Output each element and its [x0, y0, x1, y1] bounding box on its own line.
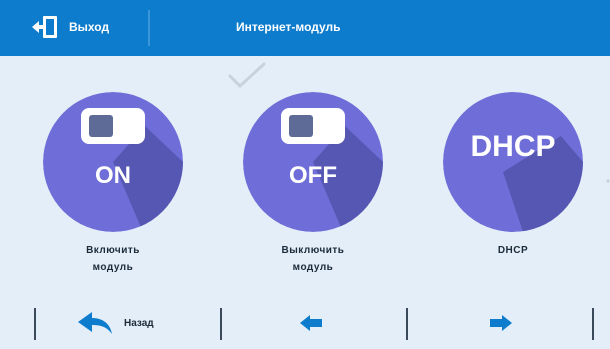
- tile-label: Включить модуль: [86, 242, 140, 276]
- back-arrow-icon: [78, 312, 112, 334]
- tile-label-line2: модуль: [292, 262, 334, 273]
- tile-label-line1: DHCP: [497, 245, 529, 256]
- tile-label: Выключить модуль: [282, 242, 345, 276]
- dhcp-icon: DHCP: [470, 130, 556, 163]
- toggle-off-icon: [281, 108, 345, 144]
- back-button[interactable]: Назад: [76, 310, 154, 336]
- bottom-navigation: Назад: [0, 296, 610, 349]
- arrow-right-icon: [490, 315, 512, 331]
- tile-label-line1: Выключить: [281, 245, 345, 256]
- header-divider: [148, 10, 150, 46]
- exit-label: Выход: [69, 20, 110, 34]
- dhcp-button[interactable]: DHCP: [443, 92, 583, 232]
- back-label: Назад: [124, 317, 154, 329]
- tile-label-line2: модуль: [92, 262, 134, 273]
- page-title: Интернет-модуль: [236, 20, 341, 34]
- module-off-button[interactable]: OFF: [243, 92, 383, 232]
- selected-check-icon: [228, 62, 266, 89]
- module-on-button[interactable]: ON: [43, 92, 183, 232]
- arrow-left-icon: [300, 315, 322, 331]
- top-bar: Выход Интернет-модуль: [0, 0, 610, 56]
- tile-caption: ON: [95, 162, 131, 189]
- exit-door-icon: [32, 16, 57, 38]
- module-on-tile[interactable]: ON Включить модуль: [38, 92, 188, 276]
- tile-label: DHCP: [498, 242, 528, 259]
- toggle-on-icon: [81, 108, 145, 144]
- module-off-tile[interactable]: OFF Выключить модуль: [238, 92, 388, 276]
- nav-divider: [592, 308, 594, 340]
- nav-divider: [406, 308, 408, 340]
- next-button[interactable]: [488, 310, 514, 336]
- nav-divider: [34, 308, 36, 340]
- nav-divider: [220, 308, 222, 340]
- dhcp-tile[interactable]: DHCP DHCP: [438, 92, 588, 259]
- tile-caption: OFF: [289, 162, 337, 189]
- prev-button[interactable]: [298, 310, 324, 336]
- exit-button[interactable]: Выход: [30, 14, 109, 40]
- tile-label-line1: Включить: [86, 245, 140, 256]
- scroll-indicator-icon: [606, 179, 610, 183]
